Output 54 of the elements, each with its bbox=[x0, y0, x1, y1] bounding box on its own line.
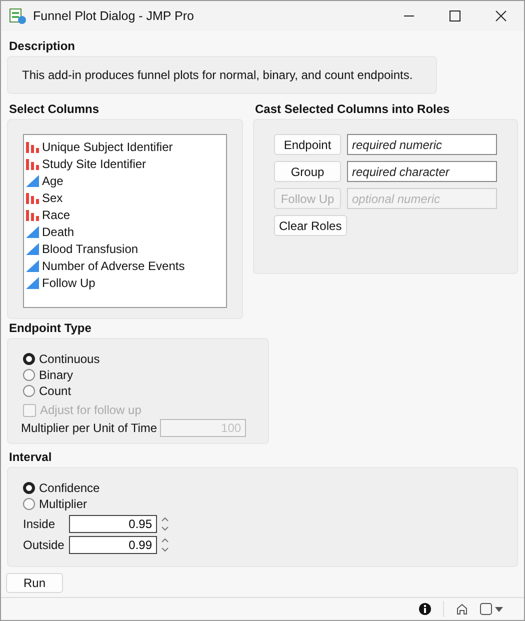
radio-option[interactable]: Count bbox=[23, 383, 72, 399]
clear-roles-button[interactable]: Clear Roles bbox=[274, 215, 347, 236]
bar-chart-icon bbox=[26, 192, 39, 204]
radio-option[interactable]: Multiplier bbox=[23, 496, 88, 512]
bar-chart-icon bbox=[26, 158, 39, 170]
bar-chart-icon bbox=[26, 208, 39, 220]
column-item[interactable]: Race bbox=[26, 206, 224, 223]
number-field[interactable]: 0.99 bbox=[69, 536, 157, 554]
window-title: Funnel Plot Dialog - JMP Pro bbox=[33, 9, 194, 23]
column-item[interactable]: Age bbox=[26, 172, 224, 189]
role-field[interactable]: required character bbox=[347, 161, 497, 182]
radio-option[interactable]: Confidence bbox=[23, 480, 100, 496]
info-icon[interactable] bbox=[419, 603, 431, 615]
radio-button[interactable] bbox=[23, 369, 35, 381]
column-item[interactable]: Sex bbox=[26, 189, 224, 206]
app-icon bbox=[9, 7, 27, 25]
bar-chart-icon bbox=[26, 140, 39, 152]
triangle-icon bbox=[26, 242, 39, 254]
field-label: Inside bbox=[23, 517, 56, 531]
section-heading: Cast Selected Columns into Roles bbox=[255, 102, 451, 116]
radio-option[interactable]: Binary bbox=[23, 367, 74, 383]
close-icon[interactable] bbox=[495, 10, 507, 22]
field-label: Outside bbox=[23, 538, 65, 552]
column-item[interactable]: Blood Transfusion bbox=[26, 240, 224, 257]
maximize-icon[interactable] bbox=[449, 10, 461, 22]
radio-button[interactable] bbox=[23, 482, 35, 494]
column-item[interactable]: Study Site Identifier bbox=[26, 155, 224, 172]
triangle-icon bbox=[26, 276, 39, 288]
triangle-icon bbox=[26, 174, 39, 186]
column-item[interactable]: Follow Up bbox=[26, 274, 224, 291]
role-button[interactable]: Group bbox=[274, 161, 341, 182]
radio-button[interactable] bbox=[23, 498, 35, 510]
triangle-icon bbox=[26, 260, 39, 272]
role-button[interactable]: Endpoint bbox=[274, 134, 341, 155]
field-label: Multiplier per Unit of Time bbox=[21, 421, 158, 435]
section-heading: Description bbox=[9, 39, 76, 53]
spinner-icon[interactable] bbox=[161, 537, 169, 553]
section-heading: Select Columns bbox=[9, 102, 100, 116]
run-button[interactable]: Run bbox=[6, 573, 63, 593]
number-field[interactable]: 0.95 bbox=[69, 515, 157, 533]
radio-button[interactable] bbox=[23, 353, 35, 365]
column-item[interactable]: Death bbox=[26, 223, 224, 240]
section-heading: Endpoint Type bbox=[9, 321, 92, 335]
column-item[interactable]: Number of Adverse Events bbox=[26, 257, 224, 274]
description-text: This add-in produces funnel plots for normal, binary, and count endpoints. bbox=[22, 68, 413, 82]
home-icon[interactable] bbox=[456, 603, 468, 615]
radio-button[interactable] bbox=[23, 385, 35, 397]
role-field[interactable]: required numeric bbox=[347, 134, 497, 155]
section-heading: Interval bbox=[9, 450, 53, 464]
column-item[interactable]: Unique Subject Identifier bbox=[26, 138, 224, 155]
spinner-icon[interactable] bbox=[161, 516, 169, 532]
triangle-icon bbox=[26, 226, 39, 238]
layout-dropdown-icon[interactable] bbox=[480, 602, 504, 616]
radio-option[interactable]: Continuous bbox=[23, 351, 100, 367]
